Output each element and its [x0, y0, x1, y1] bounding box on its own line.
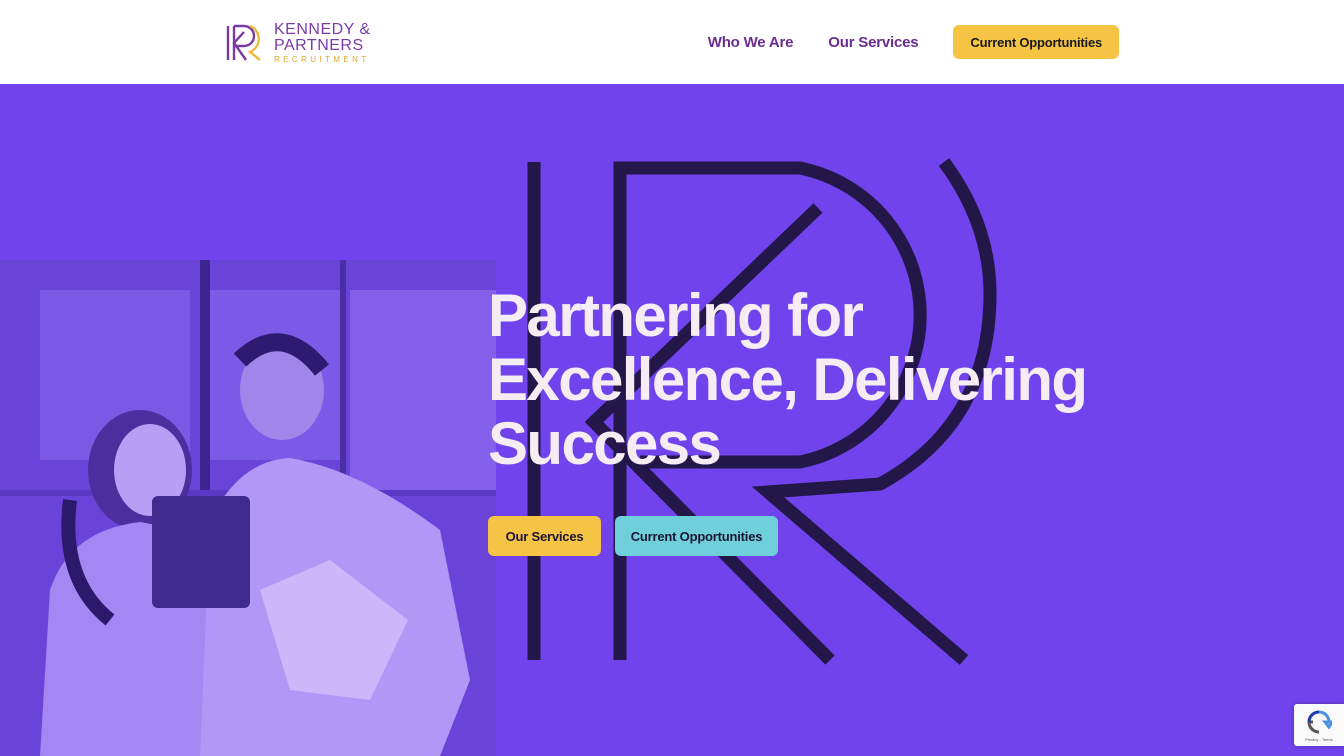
logo-wordmark: KENNEDY & PARTNERS RECRUITMENT: [274, 22, 371, 64]
logo-line-kennedy: KENNEDY &: [274, 21, 371, 38]
our-services-button[interactable]: Our Services: [488, 516, 601, 556]
current-opportunities-button[interactable]: Current Opportunities: [615, 516, 778, 556]
hero-buttons: Our Services Current Opportunities: [488, 516, 778, 556]
hero-title-line-1: Partnering for: [488, 282, 864, 349]
hero-section: Partnering for Excellence, Delivering Su…: [0, 84, 1344, 756]
nav-current-opportunities-button[interactable]: Current Opportunities: [953, 25, 1119, 59]
office-people-illustration-icon: [0, 260, 496, 756]
nav-our-services[interactable]: Our Services: [828, 34, 918, 51]
hero-title: Partnering for Excellence, Delivering Su…: [488, 284, 1148, 476]
hero-title-line-2: Excellence, Delivering: [488, 346, 1088, 413]
nav-who-we-are[interactable]: Who We Are: [708, 34, 794, 51]
recaptcha-text: Privacy - Terms: [1305, 736, 1333, 742]
logo-line-recruitment: RECRUITMENT: [274, 55, 370, 64]
hero-photo: [0, 260, 496, 756]
main-nav: Who We Are Our Services Current Opportun…: [708, 25, 1119, 59]
logo[interactable]: KENNEDY & PARTNERS RECRUITMENT: [224, 20, 394, 66]
hero-title-line-3: Success: [488, 410, 722, 477]
logo-line-partners: PARTNERS: [274, 37, 364, 54]
site-header: KENNEDY & PARTNERS RECRUITMENT Who We Ar…: [0, 0, 1344, 84]
recaptcha-icon: [1307, 710, 1332, 733]
recaptcha-badge[interactable]: Privacy - Terms: [1294, 704, 1344, 746]
kp-monogram-icon: [226, 24, 261, 61]
